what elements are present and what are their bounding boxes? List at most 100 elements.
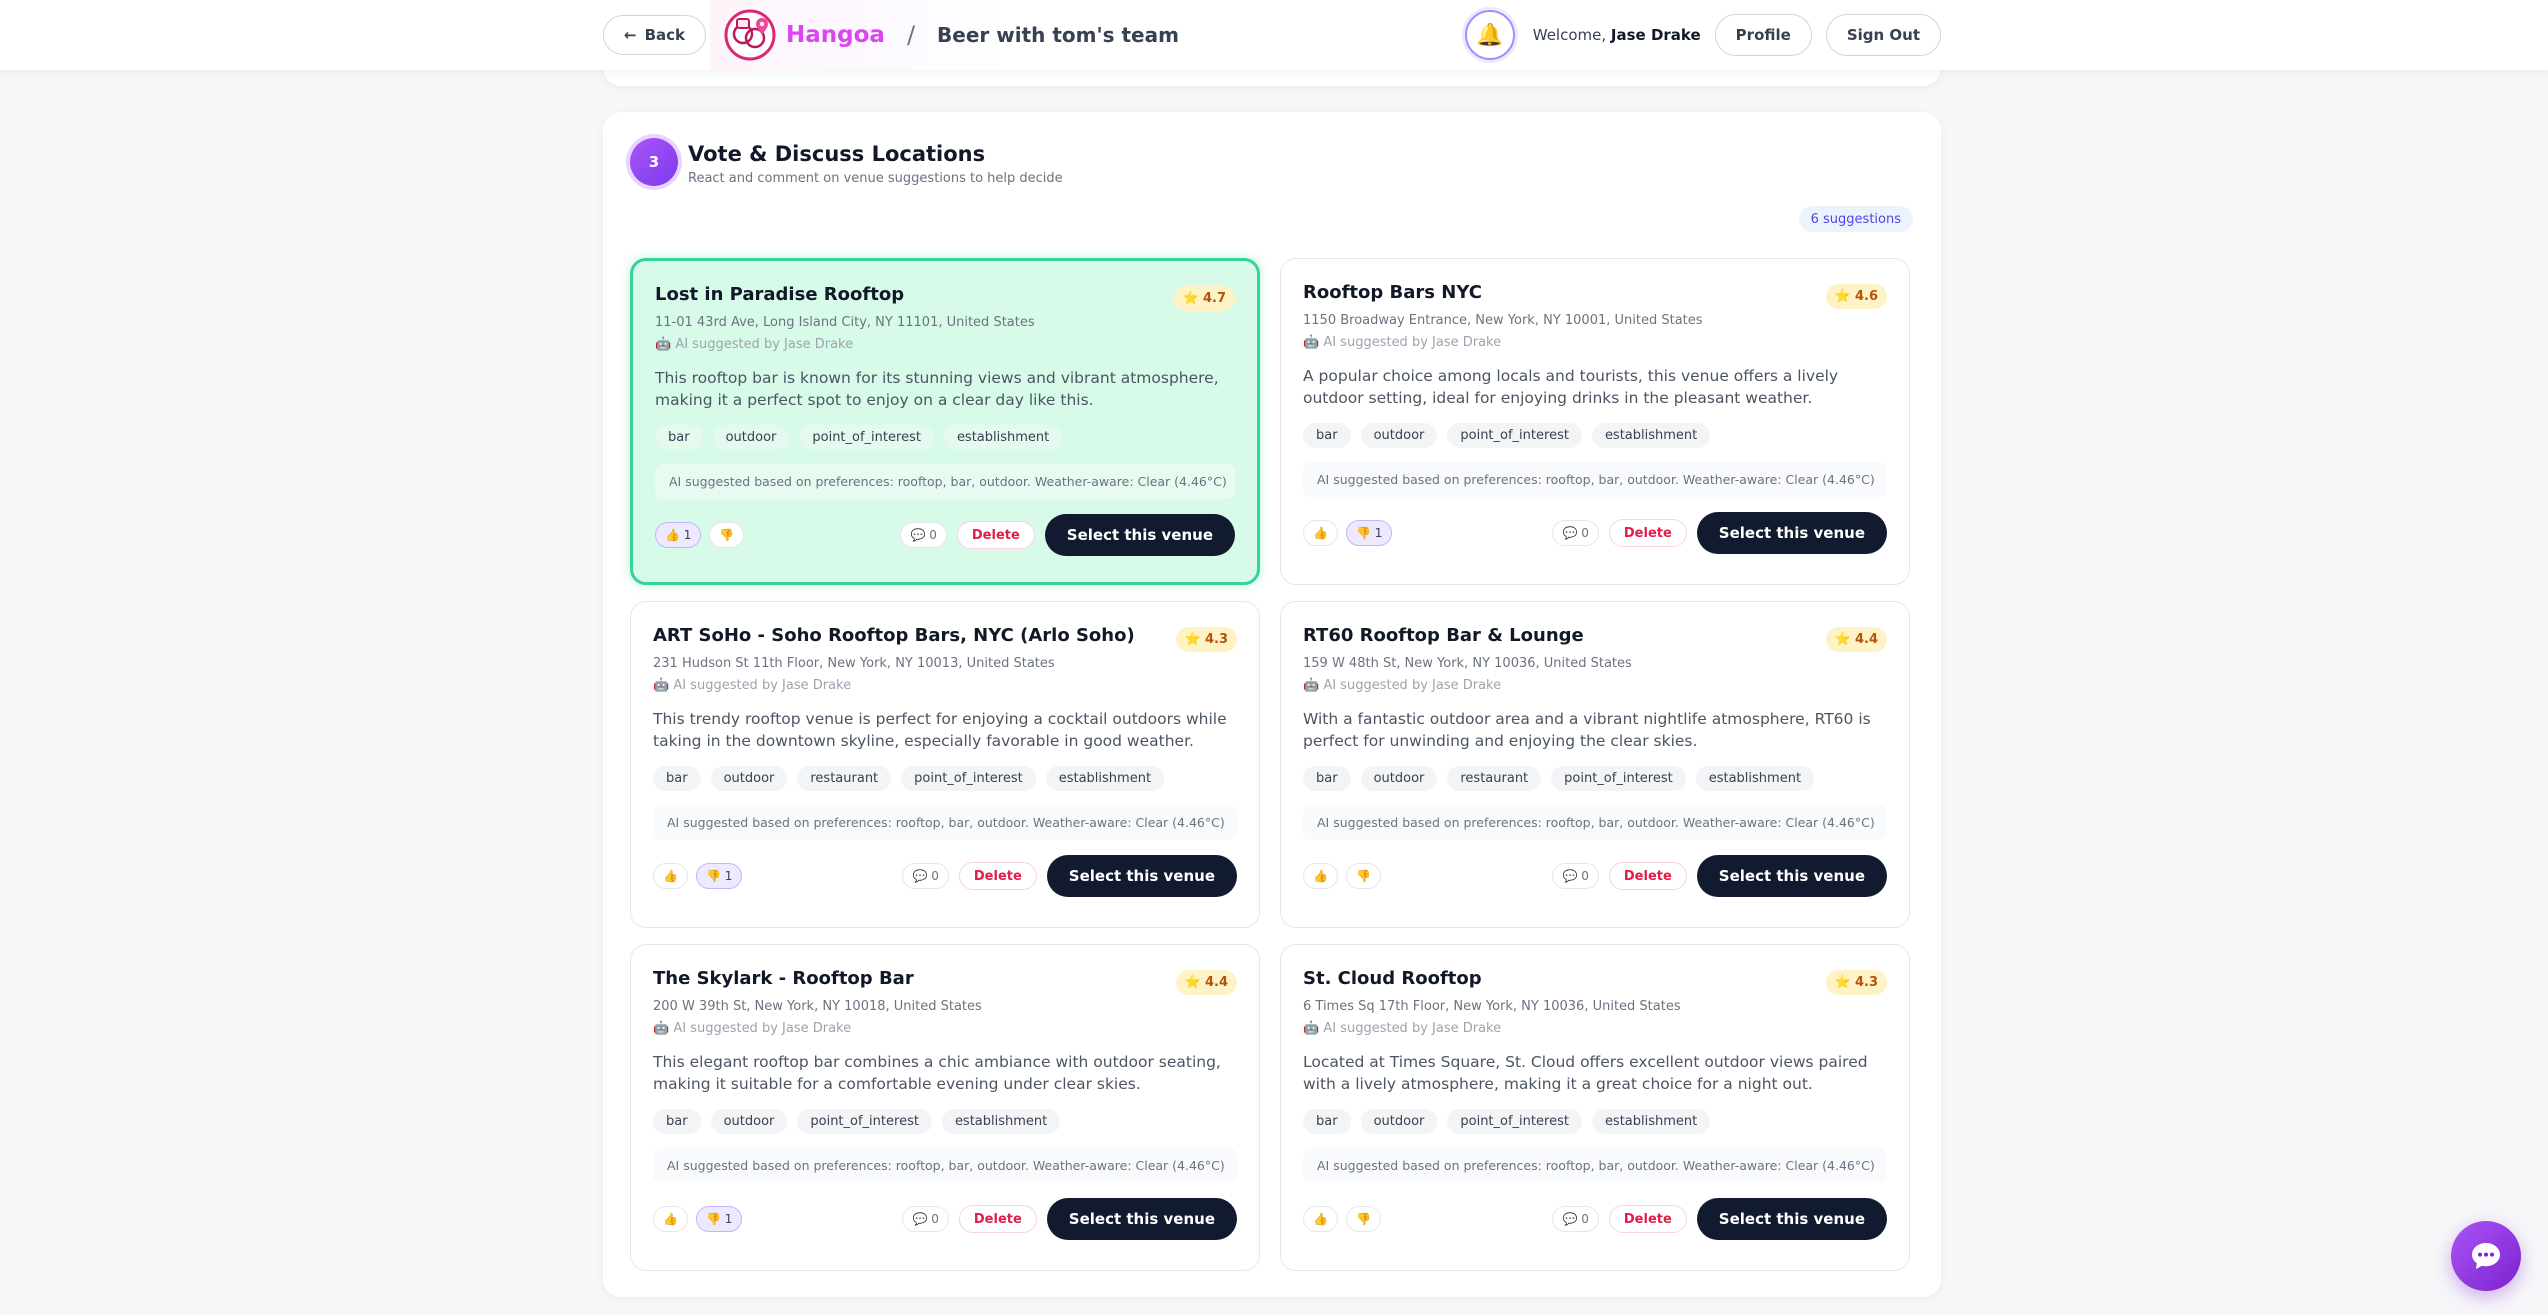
thumbs-down-button[interactable]: 👎 1 [695,863,743,889]
delete-button[interactable]: Delete [1608,1205,1687,1233]
venue-tag: establishment [1045,766,1165,791]
venue-tag: bar [1303,423,1351,448]
venue-tag: point_of_interest [799,425,934,450]
comments-button[interactable]: 💬 0 [902,863,949,889]
venue-address: 200 W 39th St, New York, NY 10018, Unite… [653,999,982,1014]
venue-tag: establishment [941,1109,1061,1134]
thumbs-down-button[interactable]: 👎 1 [695,1206,743,1232]
delete-button[interactable]: Delete [1608,519,1687,547]
venue-tag: point_of_interest [1551,766,1686,791]
brand-name[interactable]: Hangoa [786,22,885,48]
venue-description: This elegant rooftop bar combines a chic… [653,1053,1221,1093]
star-icon: ⭐ [1182,291,1199,306]
user-name: Jase Drake [1610,26,1701,44]
select-venue-button[interactable]: Select this venue [1044,514,1235,556]
venue-actions: 👍 👎 1 💬 0 Delete Select this venue [653,854,1237,898]
venue-tag: establishment [1695,766,1815,791]
delete-button[interactable]: Delete [956,521,1035,549]
star-icon: ⭐ [1184,975,1201,990]
star-icon: ⭐ [1834,975,1851,990]
suggested-by: 🤖 AI suggested by Jase Drake [1303,1021,1502,1036]
star-icon: ⭐ [1834,289,1851,304]
select-venue-button[interactable]: Select this venue [1046,1198,1237,1240]
venue-name: RT60 Rooftop Bar & Lounge [1303,625,1584,646]
venue-card[interactable]: RT60 Rooftop Bar & Lounge ⭐ 4.4 159 W 48th … [1280,601,1910,928]
rating-value: 4.3 [1204,632,1228,647]
hangoa-logo-icon [724,9,776,61]
venue-description: Located at Times Square, St. Cloud offer… [1303,1053,1868,1093]
section-title: Vote & Discuss Locations [688,142,986,166]
thumbs-down-button[interactable]: 👎 [1345,863,1381,889]
venue-actions: 👍 1 👎 💬 0 Delete Select this venue [655,513,1235,557]
delete-button[interactable]: Delete [958,1205,1037,1233]
venue-card[interactable]: ART SoHo - Soho Rooftop Bars, NYC (Arlo … [630,601,1260,928]
venue-tag: outdoor [1360,766,1438,791]
welcome-text: Welcome, Jase Drake [1533,26,1701,44]
comments-button[interactable]: 💬 0 [1552,520,1599,546]
comments-button[interactable]: 💬 0 [900,522,947,548]
thumbs-down-button[interactable]: 👎 [1345,1206,1381,1232]
venue-card[interactable]: Lost in Paradise Rooftop ⭐ 4.7 11-01 43rd A… [630,258,1260,585]
star-icon: ⭐ [1834,632,1851,647]
venue-tag: restaurant [1447,766,1542,791]
comments-button[interactable]: 💬 0 [1552,863,1599,889]
venue-tag: restaurant [797,766,892,791]
delete-button[interactable]: Delete [1608,862,1687,890]
comments-button[interactable]: 💬 0 [1552,1206,1599,1232]
venue-tags: bar outdoor point_of_interest establishment [653,1109,1061,1134]
venue-tag: point_of_interest [1447,1109,1582,1134]
back-label: Back [644,26,686,44]
venue-address: 231 Hudson St 11th Floor, New York, NY 1… [653,656,1055,671]
venue-tags: bar outdoor restaurant point_of_interest est… [1303,766,1815,791]
venue-card[interactable]: St. Cloud Rooftop ⭐ 4.3 6 Times Sq 17th Flo… [1280,944,1910,1271]
rating-value: 4.6 [1854,289,1878,304]
suggested-by: 🤖 AI suggested by Jase Drake [653,1021,852,1036]
venue-tags: bar outdoor point_of_interest establishment [1303,423,1711,448]
venue-card[interactable]: The Skylark - Rooftop Bar ⭐ 4.4 200 W 39th … [630,944,1260,1271]
suggested-by: 🤖 AI suggested by Jase Drake [1303,335,1502,350]
thumbs-up-button[interactable]: 👍 [653,1206,688,1232]
venue-name: Rooftop Bars NYC [1303,282,1482,303]
venue-description: This rooftop bar is known for its stunni… [655,369,1219,409]
venue-tag: bar [1303,1109,1351,1134]
thumbs-up-button[interactable]: 👍 [1303,863,1338,889]
select-venue-button[interactable]: Select this venue [1696,1198,1887,1240]
venue-description: A popular choice among locals and touris… [1303,367,1839,407]
select-venue-button[interactable]: Select this venue [1696,855,1887,897]
venue-address: 1150 Broadway Entrance, New York, NY 100… [1303,313,1703,328]
venue-tag: establishment [943,425,1063,450]
chat-button[interactable] [2451,1221,2521,1291]
venue-card[interactable]: Rooftop Bars NYC ⭐ 4.6 1150 Broadway Entran… [1280,258,1910,585]
thumbs-up-button[interactable]: 👍 [1303,520,1338,546]
venue-tags: bar outdoor point_of_interest establishment [1303,1109,1711,1134]
profile-button[interactable]: Profile [1714,14,1812,56]
thumbs-up-button[interactable]: 👍 [1303,1206,1338,1232]
venue-rating-badge: ⭐ 4.6 [1825,284,1887,309]
notifications-bell-icon[interactable]: 🔔 [1464,10,1515,60]
suggested-by: 🤖 AI suggested by Jase Drake [1303,678,1502,693]
venue-actions: 👍 👎 1 💬 0 Delete Select this venue [653,1197,1237,1241]
venue-tag: bar [655,425,703,450]
venue-tag: point_of_interest [1447,423,1582,448]
suggested-by: 🤖 AI suggested by Jase Drake [653,678,852,693]
comments-button[interactable]: 💬 0 [902,1206,949,1232]
vote-discuss-section: 3 Vote & Discuss Locations React and com… [603,112,1941,1297]
venue-rating-badge: ⭐ 4.3 [1175,627,1237,652]
delete-button[interactable]: Delete [958,862,1037,890]
venue-tag: bar [653,1109,701,1134]
rating-value: 4.3 [1854,975,1878,990]
venue-tag: bar [1303,766,1351,791]
select-venue-button[interactable]: Select this venue [1696,512,1887,554]
star-icon: ⭐ [1184,632,1201,647]
thumbs-down-button[interactable]: 👎 [709,522,745,548]
thumbs-up-button[interactable]: 👍 [653,863,688,889]
sign-out-button[interactable]: Sign Out [1825,14,1941,56]
venue-address: 6 Times Sq 17th Floor, New York, NY 1003… [1303,999,1681,1014]
venue-actions: 👍 👎 1 💬 0 Delete Select this venue [1303,511,1887,555]
venue-address: 11-01 43rd Ave, Long Island City, NY 111… [655,315,1035,330]
select-venue-button[interactable]: Select this venue [1046,855,1237,897]
back-button[interactable]: ← Back [603,15,707,55]
ai-suggestion-note: AI suggested based on preferences: rooft… [1303,1148,1887,1183]
thumbs-up-button[interactable]: 👍 1 [655,522,702,548]
thumbs-down-button[interactable]: 👎 1 [1345,520,1393,546]
